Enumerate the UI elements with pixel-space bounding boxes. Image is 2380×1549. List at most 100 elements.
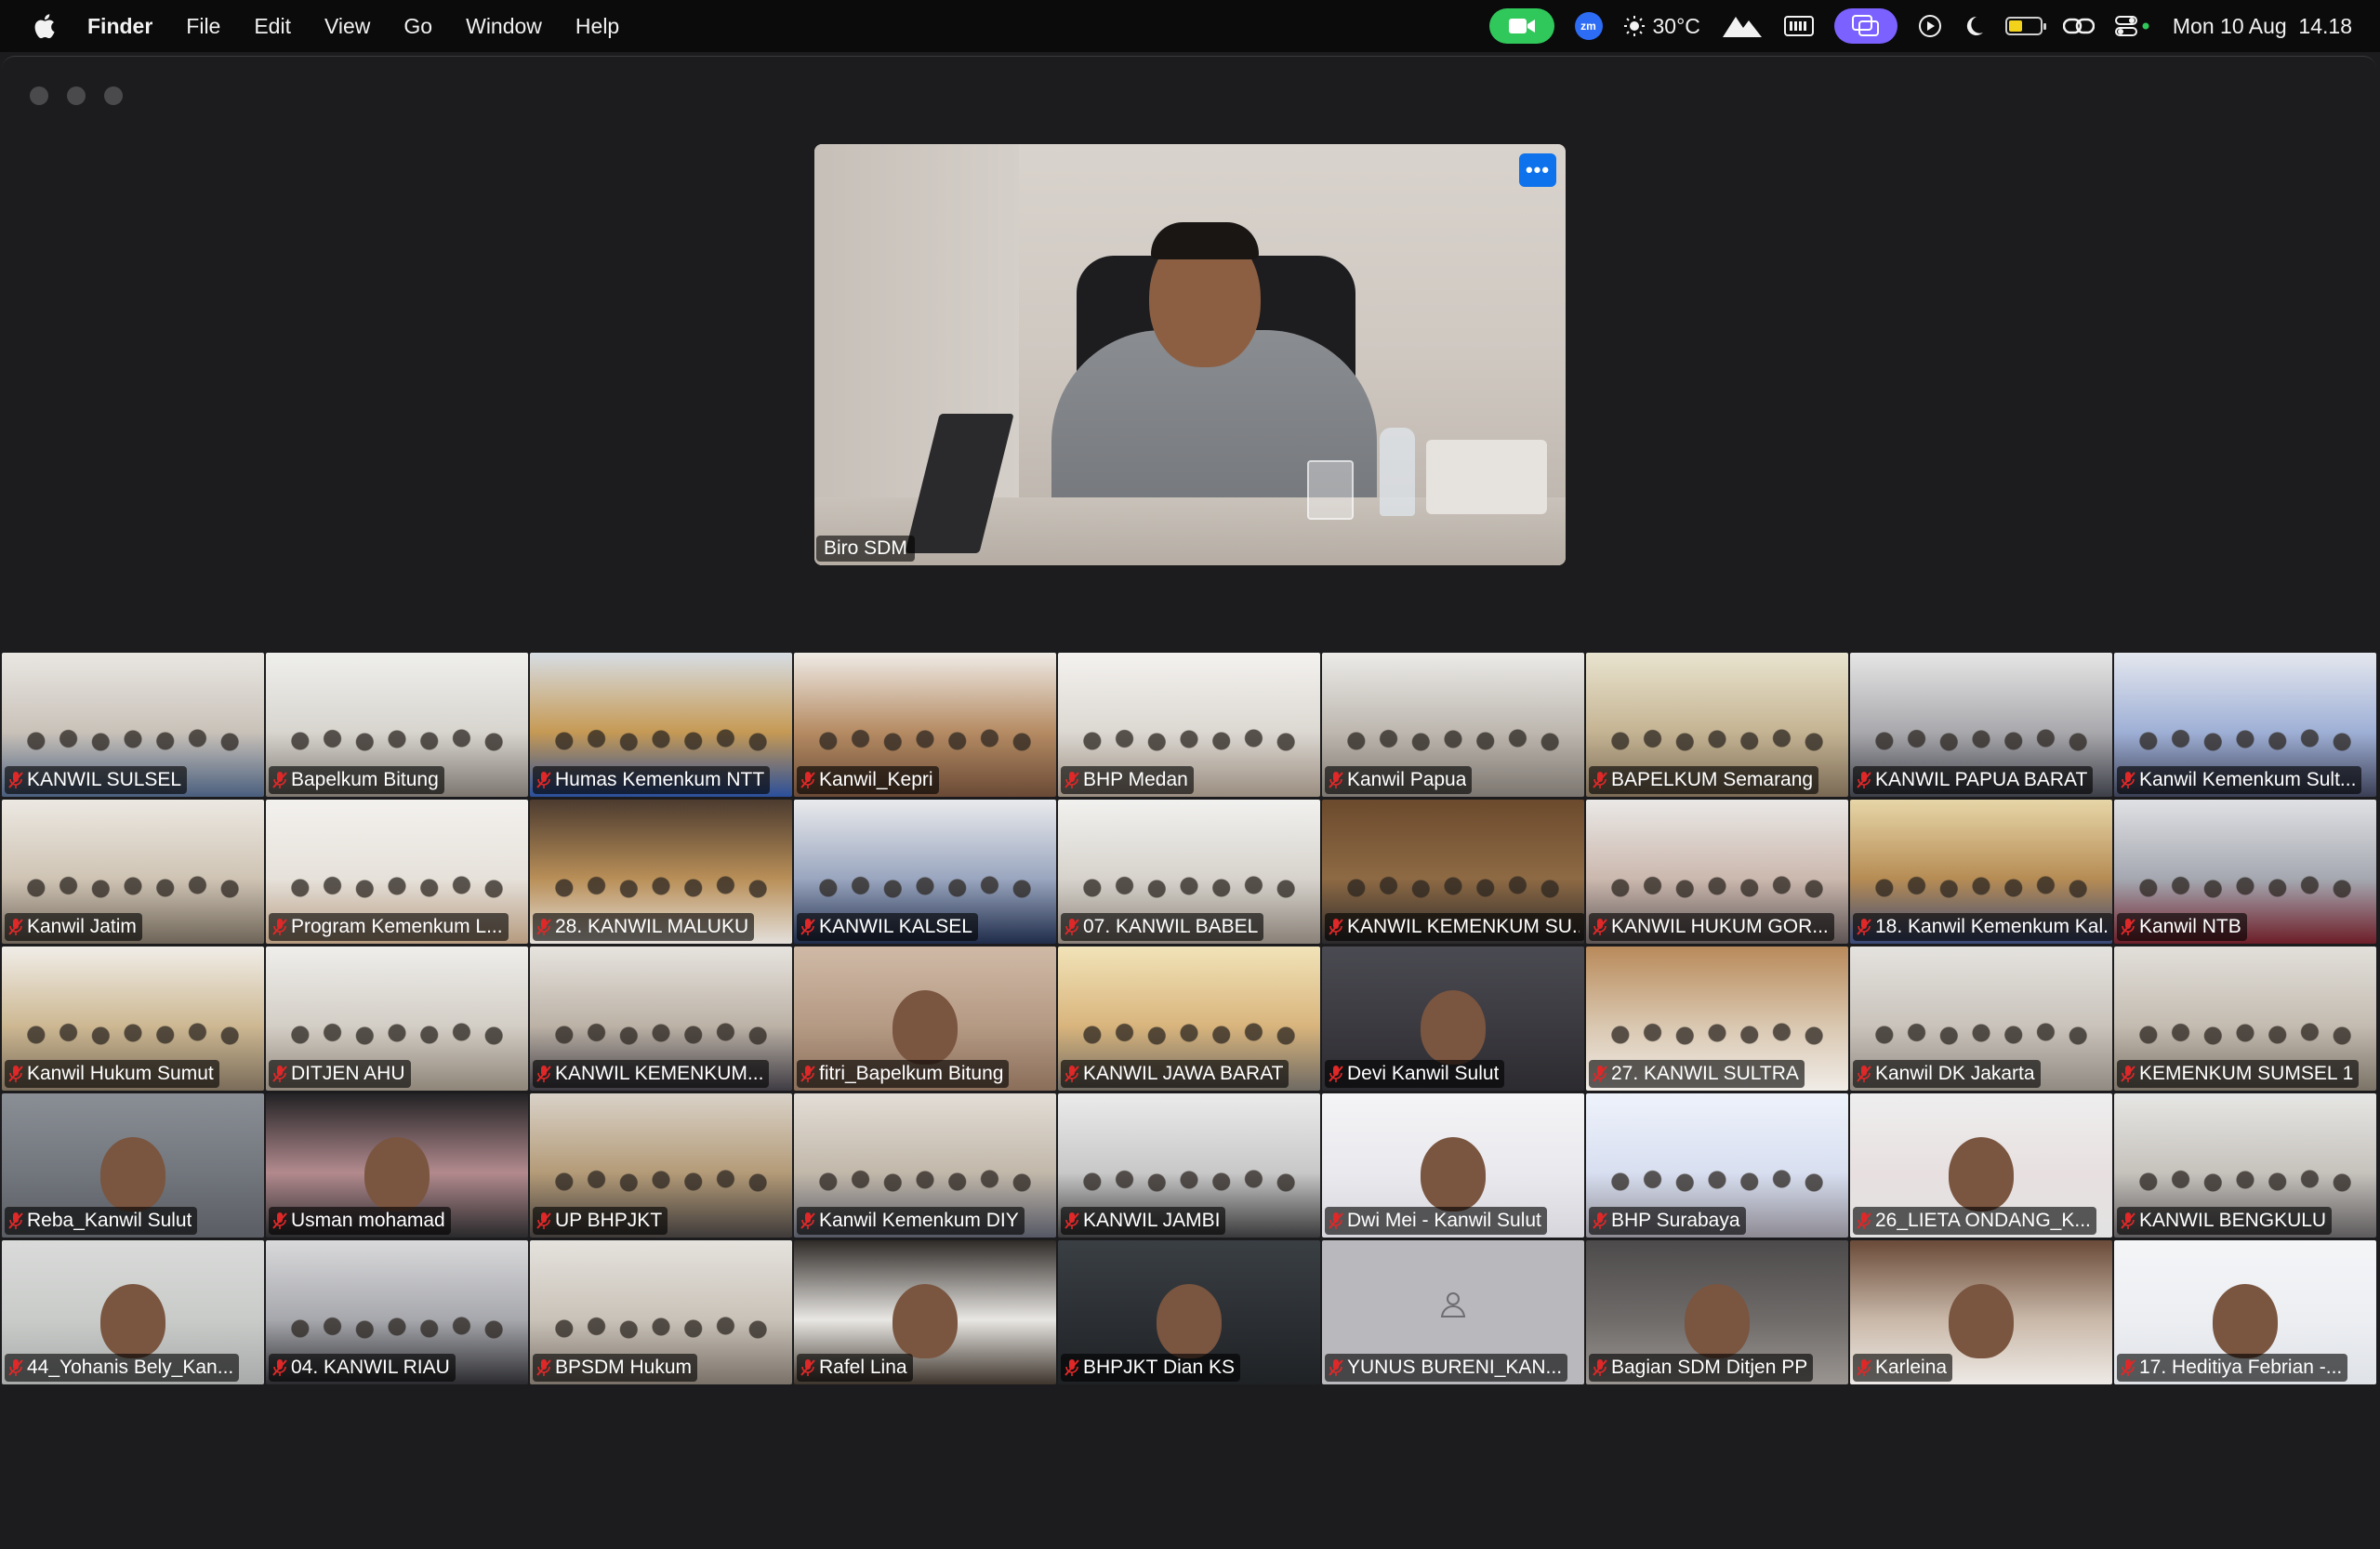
participant-tile[interactable]: BAPELKUM Semarang <box>1586 653 1848 797</box>
participant-name-label: KANWIL SULSEL <box>5 766 188 794</box>
link-icon[interactable] <box>2062 16 2095 36</box>
participant-name: Humas Kemenkum NTT <box>555 769 765 790</box>
control-center-icon[interactable] <box>2114 15 2152 37</box>
participant-tile[interactable]: Reba_Kanwil Sulut <box>2 1093 264 1238</box>
zoom-video-status-icon[interactable] <box>1488 8 1554 44</box>
participant-tile[interactable]: Kanwil NTB <box>2114 800 2376 944</box>
participant-tile[interactable]: Program Kemenkum L... <box>266 800 528 944</box>
status-area: zm 30°C Mon 10 Aug 14.18 <box>1488 0 2352 52</box>
window-close-button[interactable] <box>30 86 48 105</box>
participant-face <box>1421 1136 1486 1211</box>
mic-muted-icon <box>536 1212 551 1229</box>
participant-tile[interactable]: BHPJKT Dian KS <box>1058 1240 1320 1384</box>
participant-tile[interactable]: Kanwil Kemenkum Sult... <box>2114 653 2376 797</box>
room-attendees <box>2129 722 2361 769</box>
participant-tile[interactable]: YUNUS BURENI_KAN... <box>1322 1240 1584 1384</box>
menu-window[interactable]: Window <box>466 14 542 39</box>
participant-tile[interactable]: Bapelkum Bitung <box>266 653 528 797</box>
apple-icon[interactable] <box>32 12 56 40</box>
mountain-logo-icon[interactable] <box>1721 13 1764 39</box>
participant-tile[interactable]: KANWIL KEMENKUM... <box>530 947 792 1091</box>
mic-muted-icon <box>1329 1066 1343 1082</box>
screen-mirroring-icon[interactable] <box>1833 8 1897 44</box>
participant-name: KEMENKUM SUMSEL 1 <box>2139 1063 2354 1084</box>
participant-tile[interactable]: BHP Surabaya <box>1586 1093 1848 1238</box>
participant-tile[interactable]: Kanwil DK Jakarta <box>1850 947 2112 1091</box>
participant-tile[interactable]: 17. Heditiya Febrian -... <box>2114 1240 2376 1384</box>
participant-tile[interactable]: BPSDM Hukum <box>530 1240 792 1384</box>
participant-tile[interactable]: KANWIL PAPUA BARAT <box>1850 653 2112 797</box>
menu-view[interactable]: View <box>324 14 370 39</box>
participant-name: BAPELKUM Semarang <box>1611 769 1814 790</box>
participant-tile[interactable]: UP BHPJKT <box>530 1093 792 1238</box>
participant-tile[interactable]: Humas Kemenkum NTT <box>530 653 792 797</box>
participant-tile[interactable]: 04. KANWIL RIAU <box>266 1240 528 1384</box>
participant-tile[interactable]: KANWIL JAMBI <box>1058 1093 1320 1238</box>
zoom-app-icon[interactable]: zm <box>1574 12 1603 40</box>
menu-app-finder[interactable]: Finder <box>87 14 152 39</box>
menu-edit[interactable]: Edit <box>254 14 291 39</box>
participant-name: UP BHPJKT <box>555 1210 663 1231</box>
participant-tile[interactable]: Bagian SDM Ditjen PP <box>1586 1240 1848 1384</box>
participant-tile[interactable]: Kanwil_Kepri <box>794 653 1056 797</box>
participant-tile[interactable]: Kanwil Papua <box>1322 653 1584 797</box>
mic-muted-icon <box>1857 1066 1871 1082</box>
participant-name-label: 28. KANWIL MALUKU <box>533 913 755 941</box>
participant-name: 26_LIETA ONDANG_K... <box>1875 1210 2091 1231</box>
keyboard-icon[interactable] <box>1783 16 1814 36</box>
participant-tile[interactable]: fitri_Bapelkum Bitung <box>794 947 1056 1091</box>
menu-go[interactable]: Go <box>403 14 432 39</box>
participant-name: KANWIL PAPUA BARAT <box>1875 769 2088 790</box>
participant-tile[interactable]: 07. KANWIL BABEL <box>1058 800 1320 944</box>
participant-tile[interactable]: Dwi Mei - Kanwil Sulut <box>1322 1093 1584 1238</box>
participant-name: Bagian SDM Ditjen PP <box>1611 1357 1808 1378</box>
participant-face <box>100 1283 165 1358</box>
weather-sun-icon[interactable] <box>1623 15 1646 37</box>
menubar-clock[interactable]: Mon 10 Aug 14.18 <box>2173 14 2352 39</box>
play-circle-icon[interactable] <box>1918 14 1942 38</box>
participant-tile[interactable]: Kanwil Jatim <box>2 800 264 944</box>
participant-name-label: Program Kemenkum L... <box>269 913 509 941</box>
participant-tile[interactable]: KANWIL HUKUM GOR... <box>1586 800 1848 944</box>
participant-tile[interactable]: DITJEN AHU <box>266 947 528 1091</box>
window-zoom-button[interactable] <box>104 86 123 105</box>
participant-name-label: Rafel Lina <box>797 1354 913 1382</box>
participant-tile[interactable]: KANWIL SULSEL <box>2 653 264 797</box>
moon-focus-icon[interactable] <box>1963 15 1985 37</box>
participant-tile[interactable]: KEMENKUM SUMSEL 1 <box>2114 947 2376 1091</box>
mic-muted-icon <box>8 1066 23 1082</box>
participant-tile[interactable]: Karleina <box>1850 1240 2112 1384</box>
room-attendees <box>809 869 1041 916</box>
participant-tile[interactable]: KANWIL JAWA BARAT <box>1058 947 1320 1091</box>
participant-tile[interactable]: 26_LIETA ONDANG_K... <box>1850 1093 2112 1238</box>
participant-name-label: KEMENKUM SUMSEL 1 <box>2117 1060 2360 1088</box>
participant-tile[interactable]: BHP Medan <box>1058 653 1320 797</box>
participant-tile[interactable]: 27. KANWIL SULTRA <box>1586 947 1848 1091</box>
participant-name-label: Kanwil Kemenkum Sult... <box>2117 766 2362 794</box>
participant-name-label: KANWIL BENGKULU <box>2117 1207 2333 1235</box>
participant-name-label: KANWIL JAMBI <box>1061 1207 1226 1235</box>
participant-face <box>364 1136 430 1211</box>
participant-name: YUNUS BURENI_KAN... <box>1347 1357 1563 1378</box>
active-speaker-video[interactable]: ••• Biro SDM <box>814 144 1566 565</box>
menu-file[interactable]: File <box>186 14 220 39</box>
participant-tile[interactable]: Devi Kanwil Sulut <box>1322 947 1584 1091</box>
mic-muted-icon <box>536 1066 551 1082</box>
participant-tile[interactable]: 28. KANWIL MALUKU <box>530 800 792 944</box>
participant-tile[interactable]: 18. Kanwil Kemenkum Kal... <box>1850 800 2112 944</box>
participant-tile[interactable]: 44_Yohanis Bely_Kan... <box>2 1240 264 1384</box>
window-minimize-button[interactable] <box>67 86 86 105</box>
participant-tile[interactable]: Rafel Lina <box>794 1240 1056 1384</box>
participant-name-label: Humas Kemenkum NTT <box>533 766 771 794</box>
participant-tile[interactable]: KANWIL BENGKULU <box>2114 1093 2376 1238</box>
weather-temperature[interactable]: 30°C <box>1653 14 1700 39</box>
participant-tile[interactable]: KANWIL KALSEL <box>794 800 1056 944</box>
participant-tile[interactable]: Kanwil Kemenkum DIY <box>794 1093 1056 1238</box>
participant-tile[interactable]: Kanwil Hukum Sumut <box>2 947 264 1091</box>
menu-help[interactable]: Help <box>575 14 619 39</box>
video-more-options-button[interactable]: ••• <box>1519 153 1556 187</box>
battery-icon[interactable] <box>2004 17 2046 35</box>
room-attendees <box>1073 1016 1305 1063</box>
participant-tile[interactable]: KANWIL KEMENKUM SU... <box>1322 800 1584 944</box>
participant-tile[interactable]: Usman mohamad <box>266 1093 528 1238</box>
